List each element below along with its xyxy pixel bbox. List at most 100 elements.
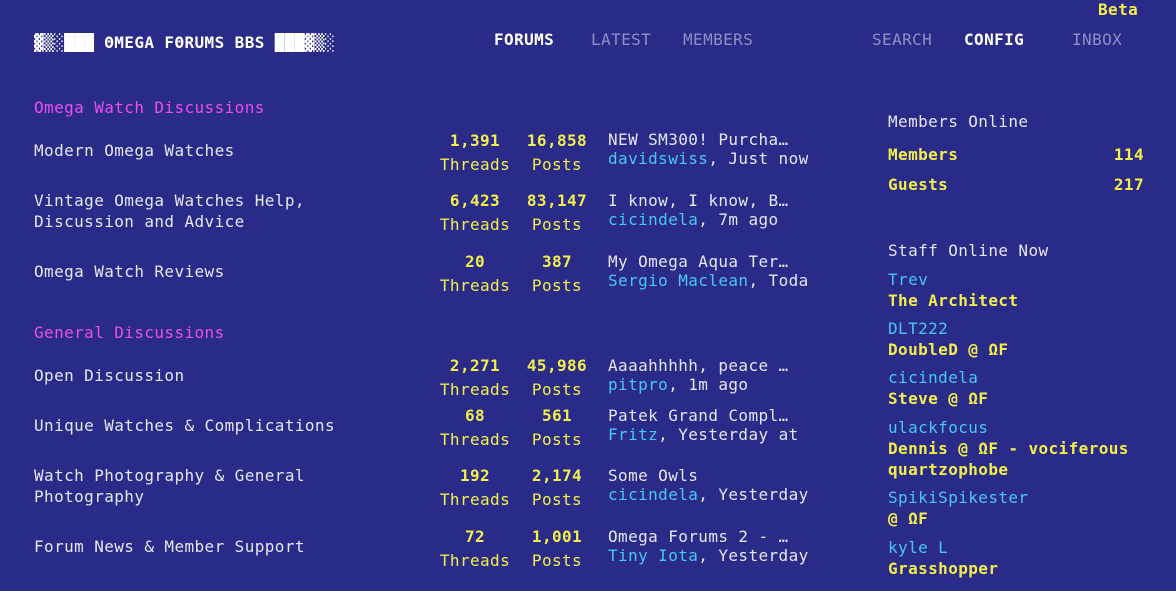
posts-label: Posts xyxy=(531,276,583,295)
posts-stat: 1,001 Posts xyxy=(524,525,590,573)
posts-stat: 45,986 Posts xyxy=(524,354,590,402)
forum-name-line: Forum News & Member Support xyxy=(34,537,305,556)
staff-username[interactable]: kyle L xyxy=(888,537,1148,558)
latest-post[interactable]: Some Owls cicindela, Yesterday xyxy=(608,466,812,504)
guests-count: 217 xyxy=(1113,175,1144,194)
nav-forums[interactable]: FORUMS xyxy=(494,30,554,49)
staff-entry: ulackfocus Dennis @ ΩF - vociferous quar… xyxy=(888,417,1148,480)
forum-name-line: Photography xyxy=(34,487,145,506)
posts-label: Posts xyxy=(531,380,583,399)
latest-post-title[interactable]: My Omega Aqua Ter… xyxy=(608,252,812,271)
latest-post-time: , Just now xyxy=(708,149,809,168)
threads-label: Threads xyxy=(439,551,511,570)
latest-post-user[interactable]: Fritz xyxy=(608,425,658,444)
posts-count: 1,001 xyxy=(531,527,583,546)
forum-link-watch-photography[interactable]: Watch Photography & General Photography xyxy=(34,465,305,507)
threads-count: 20 xyxy=(464,252,486,271)
latest-post[interactable]: Aaaahhhhh, peace … pitpro, 1m ago xyxy=(608,356,812,394)
forum-link-omega-reviews[interactable]: Omega Watch Reviews xyxy=(34,261,225,282)
forum-name-line: Watch Photography & General xyxy=(34,466,305,485)
forum-name-line: Open Discussion xyxy=(34,366,185,385)
latest-post-user[interactable]: Tiny Iota xyxy=(608,546,698,565)
forum-name-line: Discussion and Advice xyxy=(34,212,245,231)
latest-post-user[interactable]: pitpro xyxy=(608,375,668,394)
threads-label: Threads xyxy=(439,155,511,174)
latest-post-title[interactable]: I know, I know, B… xyxy=(608,191,812,210)
staff-username[interactable]: DLT222 xyxy=(888,318,1148,339)
threads-count: 192 xyxy=(459,466,491,485)
staff-entry: Trev The Architect xyxy=(888,269,1148,311)
latest-post-title[interactable]: NEW SM300! Purcha… xyxy=(608,130,812,149)
staff-username[interactable]: SpikiSpikester xyxy=(888,487,1148,508)
staff-online-heading: Staff Online Now xyxy=(888,241,1049,260)
latest-post-time: , Yesterday at xyxy=(658,425,799,444)
forum-link-modern-omega[interactable]: Modern Omega Watches xyxy=(34,140,235,161)
latest-post-time: , 7m ago xyxy=(698,210,779,229)
latest-post-time: , 1m ago xyxy=(668,375,749,394)
posts-count: 45,986 xyxy=(526,356,588,375)
staff-entry: SpikiSpikester @ ΩF xyxy=(888,487,1148,529)
threads-stat: 68 Threads xyxy=(439,404,511,452)
nav-members[interactable]: MEMBERS xyxy=(683,30,753,49)
latest-post[interactable]: Omega Forums 2 - … Tiny Iota, Yesterday xyxy=(608,527,812,565)
latest-post-user[interactable]: Sergio Maclean xyxy=(608,271,748,290)
latest-post[interactable]: I know, I know, B… cicindela, 7m ago xyxy=(608,191,812,229)
staff-entry: kyle L Grasshopper xyxy=(888,537,1148,579)
posts-stat: 16,858 Posts xyxy=(524,129,590,177)
nav-latest[interactable]: LATEST xyxy=(591,30,651,49)
latest-post-title[interactable]: Patek Grand Compl… xyxy=(608,406,812,425)
staff-username[interactable]: cicindela xyxy=(888,367,1148,388)
forum-link-vintage-omega[interactable]: Vintage Omega Watches Help, Discussion a… xyxy=(34,190,305,232)
threads-stat: 1,391 Threads xyxy=(439,129,511,177)
posts-count: 16,858 xyxy=(526,131,588,150)
staff-title: DoubleD @ ΩF xyxy=(888,340,1009,359)
site-logo[interactable]: ▓▒░███ ΘMEGA FΘRUMS BBS ███▓▒░ xyxy=(34,33,335,52)
latest-post-user[interactable]: cicindela xyxy=(608,210,698,229)
threads-stat: 72 Threads xyxy=(439,525,511,573)
nav-search[interactable]: SEARCH xyxy=(872,30,932,49)
latest-post-user[interactable]: davidswiss xyxy=(608,149,708,168)
posts-label: Posts xyxy=(531,551,583,570)
latest-post-time: , Toda xyxy=(748,271,809,290)
staff-username[interactable]: Trev xyxy=(888,269,1148,290)
latest-post-title[interactable]: Omega Forums 2 - … xyxy=(608,527,812,546)
posts-count: 387 xyxy=(541,252,573,271)
threads-stat: 6,423 Threads xyxy=(439,189,511,237)
posts-count: 2,174 xyxy=(531,466,583,485)
posts-stat: 387 Posts xyxy=(524,250,590,298)
latest-post[interactable]: NEW SM300! Purcha… davidswiss, Just now xyxy=(608,130,812,168)
posts-label: Posts xyxy=(531,155,583,174)
staff-username[interactable]: ulackfocus xyxy=(888,417,1148,438)
staff-title: Steve @ ΩF xyxy=(888,389,989,408)
threads-label: Threads xyxy=(439,430,511,449)
category-title[interactable]: Omega Watch Discussions xyxy=(34,98,265,117)
guests-online-row: Guests 217 xyxy=(888,175,1144,194)
threads-count: 1,391 xyxy=(449,131,501,150)
members-count: 114 xyxy=(1113,145,1144,164)
latest-post[interactable]: Patek Grand Compl… Fritz, Yesterday at xyxy=(608,406,812,444)
members-online-heading: Members Online xyxy=(888,112,1029,131)
threads-count: 68 xyxy=(464,406,486,425)
posts-stat: 561 Posts xyxy=(524,404,590,452)
staff-title: The Architect xyxy=(888,291,1019,310)
latest-post[interactable]: My Omega Aqua Ter… Sergio Maclean, Toda xyxy=(608,252,812,290)
forum-link-unique-watches[interactable]: Unique Watches & Complications xyxy=(34,415,335,436)
threads-count: 6,423 xyxy=(449,191,501,210)
threads-stat: 20 Threads xyxy=(439,250,511,298)
latest-post-user[interactable]: cicindela xyxy=(608,485,698,504)
members-label: Members xyxy=(888,145,959,164)
threads-label: Threads xyxy=(439,215,511,234)
latest-post-title[interactable]: Aaaahhhhh, peace … xyxy=(608,356,812,375)
category-title[interactable]: General Discussions xyxy=(34,323,225,342)
forum-link-forum-news[interactable]: Forum News & Member Support xyxy=(34,536,305,557)
posts-count: 83,147 xyxy=(526,191,588,210)
staff-title: @ ΩF xyxy=(888,509,929,528)
posts-label: Posts xyxy=(531,430,583,449)
latest-post-title[interactable]: Some Owls xyxy=(608,466,812,485)
staff-title: Grasshopper xyxy=(888,559,999,578)
posts-label: Posts xyxy=(531,490,583,509)
nav-config[interactable]: CONFIG xyxy=(964,30,1024,49)
forum-link-open-discussion[interactable]: Open Discussion xyxy=(34,365,185,386)
threads-label: Threads xyxy=(439,490,511,509)
nav-inbox[interactable]: INBOX xyxy=(1072,30,1122,49)
